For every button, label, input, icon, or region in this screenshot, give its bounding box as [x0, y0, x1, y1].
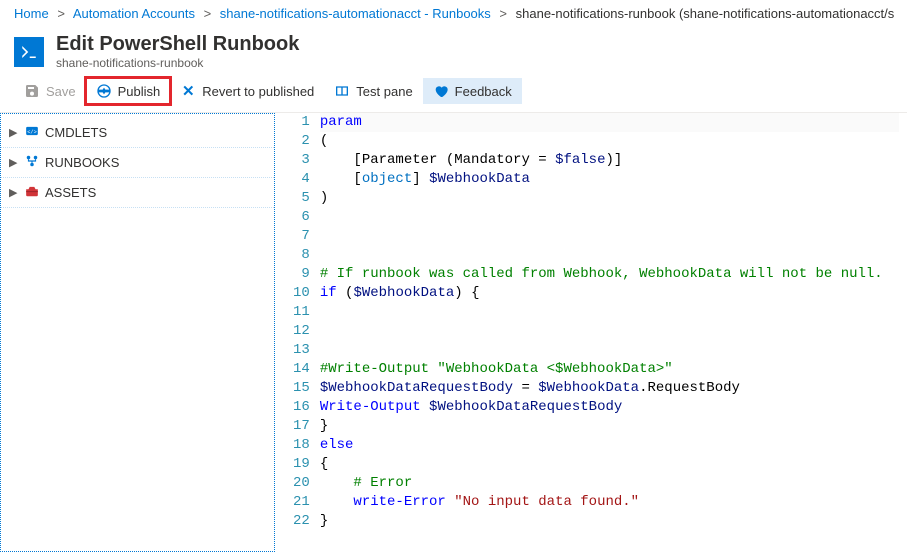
code-line[interactable]: } [320, 417, 899, 436]
line-number: 14 [293, 360, 310, 379]
code-tag-icon: </> [25, 124, 39, 141]
page-title: Edit PowerShell Runbook [56, 33, 299, 56]
revert-label: Revert to published [202, 84, 314, 99]
chevron-right-icon: ▶ [9, 186, 19, 199]
line-number: 1 [293, 113, 310, 132]
flow-icon [25, 154, 39, 171]
library-sidebar: ▶ </> CMDLETS ▶ RUNBOOKS ▶ ASSETS [0, 113, 275, 552]
line-number: 21 [293, 493, 310, 512]
code-line[interactable] [320, 246, 899, 265]
code-line[interactable] [320, 303, 899, 322]
code-line[interactable]: } [320, 512, 899, 531]
code-line[interactable] [320, 208, 899, 227]
breadcrumb-automation-accounts[interactable]: Automation Accounts [73, 6, 195, 21]
save-icon [24, 83, 40, 99]
code-line[interactable]: # If runbook was called from Webhook, We… [320, 265, 899, 284]
code-line[interactable]: [Parameter (Mandatory = $false)] [320, 151, 899, 170]
feedback-label: Feedback [455, 84, 512, 99]
code-line[interactable] [320, 322, 899, 341]
code-area[interactable]: param( [Parameter (Mandatory = $false)] … [320, 113, 907, 552]
line-number: 8 [293, 246, 310, 265]
powershell-icon [14, 37, 44, 67]
line-number: 2 [293, 132, 310, 151]
code-line[interactable]: $WebhookDataRequestBody = $WebhookData.R… [320, 379, 899, 398]
publish-button[interactable]: Publish [86, 78, 171, 104]
revert-button[interactable]: ✕ Revert to published [170, 78, 324, 104]
test-pane-button[interactable]: Test pane [324, 78, 422, 104]
line-number: 11 [293, 303, 310, 322]
toolbar: Save Publish ✕ Revert to published Test … [0, 72, 907, 112]
code-line[interactable]: Write-Output $WebhookDataRequestBody [320, 398, 899, 417]
code-line[interactable]: param [320, 113, 899, 132]
code-line[interactable]: #Write-Output "WebhookData <$WebhookData… [320, 360, 899, 379]
chevron-right-icon: > [499, 6, 507, 21]
code-line[interactable]: write-Error "No input data found." [320, 493, 899, 512]
code-editor[interactable]: 12345678910111213141516171819202122 para… [275, 113, 907, 552]
breadcrumb-current: shane-notifications-runbook (shane-notif… [516, 6, 895, 21]
breadcrumb-home[interactable]: Home [14, 6, 49, 21]
save-label: Save [46, 84, 76, 99]
line-number: 5 [293, 189, 310, 208]
line-number: 19 [293, 455, 310, 474]
breadcrumb-account[interactable]: shane-notifications-automationacct - Run… [220, 6, 491, 21]
line-number: 22 [293, 512, 310, 531]
globe-upload-icon [96, 83, 112, 99]
feedback-button[interactable]: Feedback [423, 78, 522, 104]
line-number: 7 [293, 227, 310, 246]
test-pane-icon [334, 83, 350, 99]
code-line[interactable]: ( [320, 132, 899, 151]
test-pane-label: Test pane [356, 84, 412, 99]
code-line[interactable]: # Error [320, 474, 899, 493]
chevron-right-icon: > [204, 6, 212, 21]
sidebar-item-label: ASSETS [45, 185, 96, 200]
sidebar-item-assets[interactable]: ▶ ASSETS [1, 178, 274, 208]
line-number: 4 [293, 170, 310, 189]
line-number: 20 [293, 474, 310, 493]
sidebar-item-label: RUNBOOKS [45, 155, 119, 170]
chevron-right-icon: ▶ [9, 156, 19, 169]
breadcrumb: Home > Automation Accounts > shane-notif… [0, 0, 907, 25]
sidebar-item-cmdlets[interactable]: ▶ </> CMDLETS [1, 118, 274, 148]
heart-icon [433, 83, 449, 99]
line-number: 17 [293, 417, 310, 436]
code-line[interactable]: { [320, 455, 899, 474]
chevron-right-icon: ▶ [9, 126, 19, 139]
page-header: Edit PowerShell Runbook shane-notificati… [0, 25, 907, 72]
close-icon: ✕ [180, 83, 196, 99]
line-number: 13 [293, 341, 310, 360]
publish-label: Publish [118, 84, 161, 99]
toolbox-icon [25, 184, 39, 201]
line-number: 12 [293, 322, 310, 341]
chevron-right-icon: > [57, 6, 65, 21]
code-line[interactable]: if ($WebhookData) { [320, 284, 899, 303]
code-line[interactable]: else [320, 436, 899, 455]
code-line[interactable]: [object] $WebhookData [320, 170, 899, 189]
line-number: 18 [293, 436, 310, 455]
line-number: 3 [293, 151, 310, 170]
line-number: 6 [293, 208, 310, 227]
line-number-gutter: 12345678910111213141516171819202122 [275, 113, 320, 552]
line-number: 10 [293, 284, 310, 303]
code-line[interactable] [320, 341, 899, 360]
code-line[interactable]: ) [320, 189, 899, 208]
line-number: 15 [293, 379, 310, 398]
sidebar-item-label: CMDLETS [45, 125, 107, 140]
line-number: 16 [293, 398, 310, 417]
line-number: 9 [293, 265, 310, 284]
svg-text:</>: </> [27, 129, 36, 135]
page-subtitle: shane-notifications-runbook [56, 56, 299, 70]
sidebar-item-runbooks[interactable]: ▶ RUNBOOKS [1, 148, 274, 178]
save-button: Save [14, 78, 86, 104]
code-line[interactable] [320, 227, 899, 246]
